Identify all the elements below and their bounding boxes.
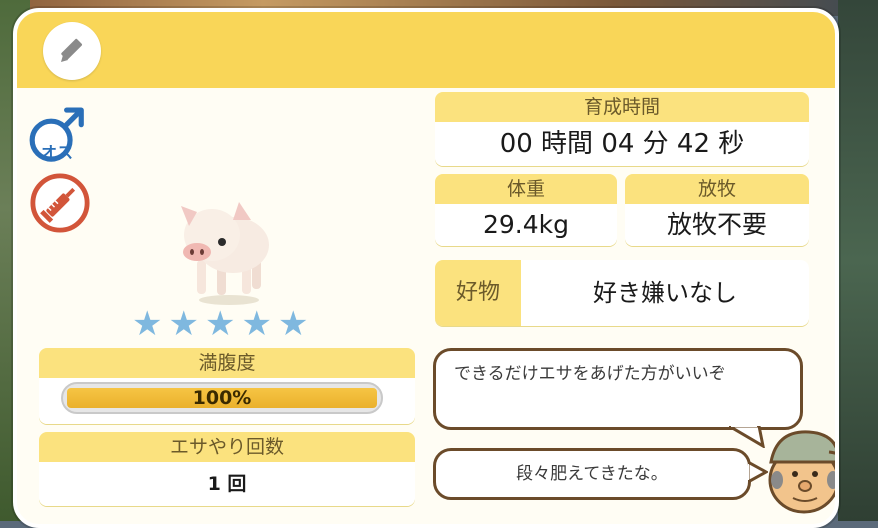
animal-detail-panel: オス ★ ★ ★ ★ ★ 満腹度 100% エサやり回数 1 回 育成時間 00…: [13, 8, 839, 528]
background-scene-right: [838, 0, 878, 521]
weight-box: 体重 29.4kg: [435, 174, 617, 246]
favorite-value: 好き嫌いなし: [521, 260, 809, 326]
fullness-box: 満腹度 100%: [39, 348, 415, 424]
feed-count-label: エサやり回数: [39, 432, 415, 462]
star-icon: ★: [241, 304, 272, 344]
panel-header: [17, 12, 835, 88]
pig-icon: [181, 202, 269, 305]
feed-count-box: エサやり回数 1 回: [39, 432, 415, 506]
fullness-value: 100%: [192, 387, 252, 409]
weight-value: 29.4kg: [435, 204, 617, 246]
syringe-icon: [30, 173, 90, 233]
speech-bubble-comment: 段々肥えてきたな。: [433, 448, 751, 500]
grazing-value: 放牧不要: [625, 204, 809, 246]
weight-label: 体重: [435, 174, 617, 204]
feed-count-value: 1 回: [39, 462, 415, 506]
grazing-box: 放牧 放牧不要: [625, 174, 809, 246]
fullness-body: 100%: [39, 378, 415, 424]
star-icon: ★: [204, 304, 236, 344]
star-icon: ★: [168, 304, 199, 344]
rating-stars: ★ ★ ★ ★ ★: [132, 307, 308, 341]
favorite-box: 好物 好き嫌いなし: [435, 260, 809, 326]
growth-time-box: 育成時間 00 時間 04 分 42 秒: [435, 92, 809, 166]
fullness-bar: 100%: [61, 382, 383, 414]
growth-time-label: 育成時間: [435, 92, 809, 122]
edit-button[interactable]: [43, 22, 101, 80]
speech-text-comment: 段々肥えてきたな。: [516, 464, 668, 484]
growth-time-value: 00 時間 04 分 42 秒: [435, 122, 809, 166]
speech-text-advice: できるだけエサをあげた方がいいぞ: [454, 364, 726, 384]
gender-badge: オス: [27, 104, 89, 166]
star-icon: ★: [277, 304, 309, 344]
fullness-label: 満腹度: [39, 348, 415, 378]
vaccine-badge: [29, 172, 91, 234]
speech-bubble-advice: できるだけエサをあげた方がいいぞ: [433, 348, 803, 430]
pencil-icon: [61, 38, 82, 62]
farmer-icon: [768, 430, 835, 514]
favorite-label: 好物: [435, 260, 521, 326]
grazing-label: 放牧: [625, 174, 809, 204]
gender-label: オス: [40, 143, 73, 162]
star-icon: ★: [132, 304, 163, 344]
